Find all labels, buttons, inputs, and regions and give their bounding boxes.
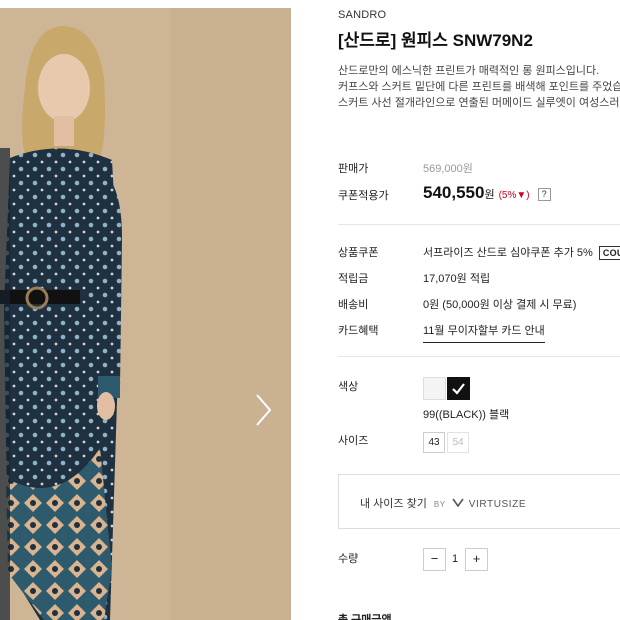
find-my-size-button[interactable]: 내 사이즈 찾기 BY VIRTUSIZE <box>338 474 620 529</box>
description-line: 스커트 사선 절개라인으로 연출된 머메이드 실루엣이 여성스러운 <box>338 97 620 109</box>
shipping-value: 0원 (50,000원 이상 결제 시 무료) <box>423 299 577 311</box>
quantity-decrease-button[interactable]: − <box>423 548 446 571</box>
original-price: 569,000원 <box>423 163 473 175</box>
virtusize-logo-text: VIRTUSIZE <box>468 499 527 510</box>
product-title: [산드로] 원피스 SNW79N2 <box>338 31 533 50</box>
coupon-price-label: 쿠폰적용가 <box>338 190 389 202</box>
chevron-right-icon[interactable] <box>252 392 274 428</box>
size-option-54[interactable]: 54 <box>447 432 469 453</box>
description-line: 커프스와 스커트 밑단에 다른 프린트를 배색해 포인트를 주었습니 <box>338 81 620 93</box>
color-swatch-white[interactable] <box>423 377 446 400</box>
points-label: 적립금 <box>338 273 369 285</box>
product-image[interactable] <box>0 8 291 620</box>
card-benefit-link[interactable]: 11월 무이자할부 카드 안내 <box>423 322 545 343</box>
quantity-increase-button[interactable]: + <box>465 548 488 571</box>
divider <box>338 356 620 357</box>
coupon-text: 서프라이즈 산드로 심야쿠폰 추가 5% <box>423 247 593 259</box>
selected-color-name: 99((BLACK)) 블랙 <box>423 409 510 421</box>
card-benefit-label: 카드혜택 <box>338 325 379 337</box>
brand-name[interactable]: SANDRO <box>338 9 386 21</box>
coupon-price-amount: 540,550 <box>423 183 485 202</box>
coupon-price-value: 540,550원 (5%▼)? <box>423 183 551 203</box>
virtusize-v-icon <box>451 498 464 508</box>
points-value: 17,070원 적립 <box>423 273 491 285</box>
discount-rate: (5%▼) <box>498 190 530 201</box>
quantity-label: 수량 <box>338 553 359 565</box>
size-label: 사이즈 <box>338 435 369 447</box>
product-description: 산드로만의 에스닉한 프린트가 매력적인 롱 원피스입니다. 커프스와 스커트 … <box>338 63 620 111</box>
find-my-size-content: 내 사이즈 찾기 BY VIRTUSIZE <box>360 495 526 511</box>
quantity-value[interactable]: 1 <box>444 548 466 571</box>
shipping-label: 배송비 <box>338 299 369 311</box>
product-coupon-value: 서프라이즈 산드로 심야쿠폰 추가 5% COUPON <box>423 244 620 260</box>
help-icon[interactable]: ? <box>537 188 551 201</box>
checkmark-icon <box>452 383 465 395</box>
color-swatch-black-selected[interactable] <box>447 377 470 400</box>
coupon-download-button[interactable]: COUPON <box>598 246 620 260</box>
virtusize-by: BY <box>433 500 446 509</box>
product-photo-illustration <box>0 8 291 620</box>
sale-price-label: 판매가 <box>338 163 369 175</box>
product-info-panel: SANDRO [산드로] 원피스 SNW79N2 산드로만의 에스닉한 프린트가… <box>338 0 620 620</box>
total-label: 총 구매금액 <box>338 614 392 620</box>
size-option-43[interactable]: 43 <box>423 432 445 453</box>
currency-unit: 원 <box>484 189 495 201</box>
product-coupon-label: 상품쿠폰 <box>338 247 379 259</box>
description-line: 산드로만의 에스닉한 프린트가 매력적인 롱 원피스입니다. <box>338 65 600 77</box>
find-my-size-label: 내 사이즈 찾기 <box>360 498 427 510</box>
divider <box>338 224 620 225</box>
color-label: 색상 <box>338 381 359 393</box>
